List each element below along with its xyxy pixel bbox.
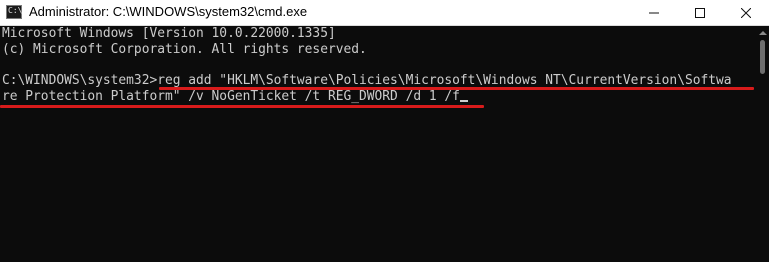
maximize-button[interactable]	[677, 0, 723, 25]
vertical-scrollbar[interactable]	[756, 26, 769, 262]
minimize-button[interactable]	[631, 0, 677, 25]
close-button[interactable]	[723, 0, 769, 25]
title-bar[interactable]: C:\ Administrator: C:\WINDOWS\system32\c…	[0, 0, 769, 26]
scrollbar-thumb[interactable]	[760, 40, 765, 74]
cmd-icon[interactable]: C:\	[6, 5, 22, 19]
command-text-part2: re Protection Platform" /v NoGenTicket /…	[2, 89, 460, 104]
version-line: Microsoft Windows [Version 10.0.22000.13…	[2, 26, 336, 41]
prompt: C:\WINDOWS\system32>	[2, 73, 158, 88]
minimize-icon	[649, 8, 659, 18]
annotation-underline-1	[159, 87, 754, 90]
close-icon	[741, 7, 751, 18]
copyright-line: (c) Microsoft Corporation. All rights re…	[2, 42, 367, 57]
console-output[interactable]: Microsoft Windows [Version 10.0.22000.13…	[0, 26, 756, 262]
command-text-part1: reg add "HKLM\Software\Policies\Microsof…	[157, 73, 732, 88]
maximize-icon	[695, 7, 705, 18]
text-cursor	[459, 100, 468, 102]
window-title: Administrator: C:\WINDOWS\system32\cmd.e…	[29, 4, 308, 19]
command-line-wrap: re Protection Platform" /v NoGenTicket /…	[2, 89, 468, 105]
cmd-window: C:\ Administrator: C:\WINDOWS\system32\c…	[0, 0, 769, 262]
scroll-up-arrow-icon[interactable]	[759, 31, 767, 35]
annotation-underline-2	[0, 105, 484, 108]
